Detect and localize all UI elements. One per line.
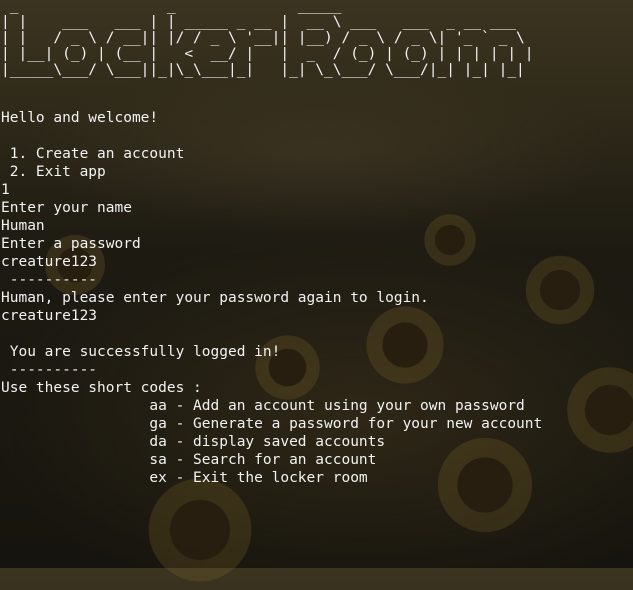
user-input-login-password: creature123 xyxy=(1,308,98,324)
short-code-da: da - display saved accounts xyxy=(1,434,386,450)
short-codes-heading: Use these short codes : xyxy=(1,380,202,396)
user-input-password: creature123 xyxy=(1,254,98,270)
user-input-name: Human xyxy=(1,218,45,234)
menu-option-create-account: 1. Create an account xyxy=(1,146,185,162)
ascii-banner-logo: _ _ _____ | | ___ ___ | | _____ _ __ | _… xyxy=(1,0,534,78)
login-success-message: You are successfully logged in! xyxy=(1,344,281,360)
divider-line: ---------- xyxy=(1,272,98,288)
prompt-password: Enter a password xyxy=(1,236,141,252)
short-code-aa: aa - Add an account using your own passw… xyxy=(1,398,525,414)
menu-option-exit-app: 2. Exit app xyxy=(1,164,106,180)
short-code-sa: sa - Search for an account xyxy=(1,452,377,468)
divider-line: ---------- xyxy=(1,362,98,378)
welcome-text: Hello and welcome! xyxy=(1,110,159,126)
short-code-ex: ex - Exit the locker room xyxy=(1,470,368,486)
prompt-name: Enter your name xyxy=(1,200,132,216)
login-prompt: Human, please enter your password again … xyxy=(1,290,429,306)
terminal-window[interactable]: _ _ _____ | | ___ ___ | | _____ _ __ | _… xyxy=(0,0,633,568)
user-input-choice: 1 xyxy=(1,182,10,198)
short-code-ga: ga - Generate a password for your new ac… xyxy=(1,416,543,432)
